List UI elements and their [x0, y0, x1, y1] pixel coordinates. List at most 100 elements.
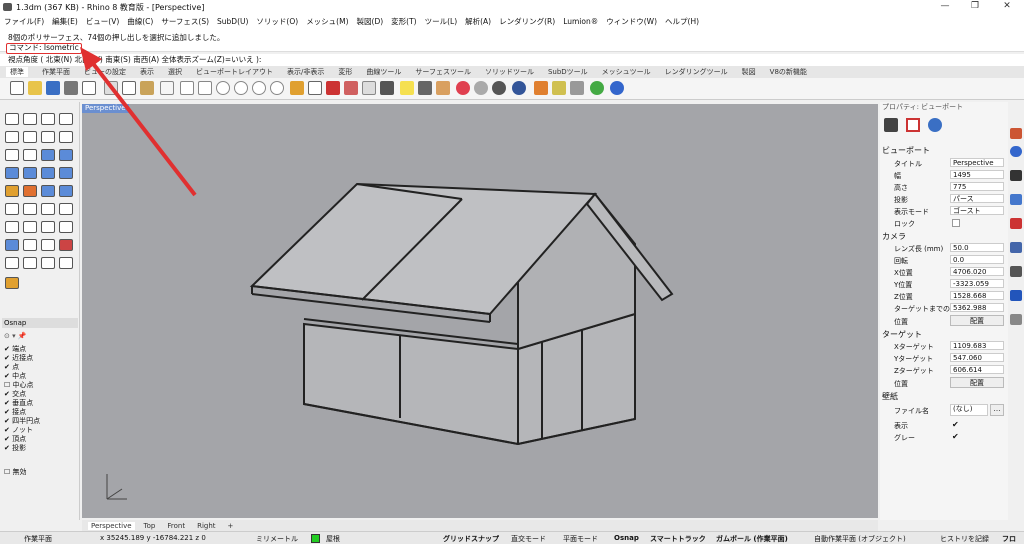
dimension-icon[interactable] [5, 239, 19, 251]
target-z-field[interactable]: 606.614 [950, 365, 1004, 374]
render-sphere-icon[interactable] [492, 81, 506, 95]
globe-icon[interactable] [590, 81, 604, 95]
circle-icon[interactable] [23, 131, 37, 143]
current-layer[interactable]: 屋根 [326, 534, 340, 544]
show-checkbox[interactable]: ✔ [952, 420, 959, 429]
transform-icon[interactable] [5, 257, 19, 269]
gumball-toggle[interactable]: ガムボール (作業平面) [716, 534, 788, 544]
smart-track-toggle[interactable]: スマートトラック [650, 534, 706, 544]
tab-transform[interactable]: 変形 [338, 67, 352, 77]
tab-render-tools[interactable]: レンダリングツール [665, 67, 728, 77]
record-history-toggle[interactable]: ヒストリを記録 [940, 534, 989, 544]
menu-curve[interactable]: 曲線(C) [127, 16, 153, 27]
split-icon[interactable] [23, 203, 37, 215]
osnap-item[interactable]: ✔ 四半円点 [4, 417, 40, 426]
tab-subd-tools[interactable]: SubDツール [548, 67, 588, 77]
save-icon[interactable] [46, 81, 60, 95]
osnap-item[interactable]: ✔ 中点 [4, 372, 26, 381]
menu-help[interactable]: ヘルプ(H) [665, 16, 699, 27]
zoom-window-icon[interactable] [234, 81, 248, 95]
lights-icon[interactable] [1010, 290, 1022, 301]
osnap-item[interactable]: ☐ 中心点 [4, 381, 34, 390]
analyze-icon[interactable] [59, 239, 73, 251]
hide-icon[interactable] [59, 257, 73, 269]
osnap-item[interactable]: ✔ 端点 [4, 345, 26, 354]
sphere-solid-icon[interactable] [23, 167, 37, 179]
point-icon[interactable] [23, 113, 37, 125]
tab-drafting[interactable]: 製図 [742, 67, 756, 77]
sphere-icon[interactable] [474, 81, 488, 95]
menu-view[interactable]: ビュー(V) [86, 16, 119, 27]
viewport-4-icon[interactable] [290, 81, 304, 95]
join-icon[interactable] [41, 203, 55, 215]
blue-sphere-icon[interactable] [512, 81, 526, 95]
ortho-toggle[interactable]: 直交モード [511, 534, 546, 544]
material-icon[interactable] [456, 81, 470, 95]
tools-icon[interactable] [570, 81, 584, 95]
display-icon[interactable] [1010, 170, 1022, 181]
camera-y-field[interactable]: -3323.059 [950, 279, 1004, 288]
file-name-field[interactable]: (なし) [950, 404, 988, 416]
image-icon[interactable] [1010, 194, 1022, 205]
osnap-controls[interactable]: ⊙ ▾ 📌 [4, 332, 27, 341]
gear-icon[interactable] [362, 81, 376, 95]
layout-icon[interactable] [5, 277, 19, 289]
check-icon[interactable] [41, 257, 55, 269]
width-field[interactable]: 1495 [950, 170, 1004, 179]
grid-snap-toggle[interactable]: グリッドスナップ [443, 534, 499, 544]
tab-right[interactable]: Right [194, 522, 218, 530]
menu-render[interactable]: レンダリング(R) [499, 16, 555, 27]
light-bulb-icon[interactable] [400, 81, 414, 95]
layer-icon[interactable] [436, 81, 450, 95]
tab-front[interactable]: Front [164, 522, 188, 530]
zoom-selected-icon[interactable] [270, 81, 284, 95]
osnap-item[interactable]: ✔ 近接点 [4, 354, 33, 363]
array-icon[interactable] [23, 221, 37, 233]
rotation-field[interactable]: 0.0 [950, 255, 1004, 264]
projection-select[interactable]: パース [950, 194, 1004, 203]
layer-color-swatch[interactable] [311, 534, 320, 543]
car-icon[interactable] [326, 81, 340, 95]
target-distance-field[interactable]: 5362.988 [950, 303, 1004, 312]
layers-panel-icon[interactable] [1010, 314, 1022, 325]
lock-icon[interactable] [418, 81, 432, 95]
tab-curve-tools[interactable]: 曲線ツール [366, 67, 401, 77]
environment-icon[interactable] [1010, 242, 1022, 253]
color-wheel-icon[interactable] [1010, 146, 1022, 157]
cylinder-icon[interactable] [41, 167, 55, 179]
osnap-item[interactable]: ✔ 垂直点 [4, 399, 33, 408]
title-field[interactable]: Perspective [950, 158, 1004, 167]
minimize-button[interactable]: — [930, 1, 960, 13]
tab-v8-new[interactable]: V8の新機能 [770, 67, 807, 77]
menu-dimension[interactable]: 製図(D) [357, 16, 384, 27]
gray-checkbox[interactable]: ✔ [952, 432, 959, 441]
tab-surface-tools[interactable]: サーフェスツール [415, 67, 471, 77]
camera-x-field[interactable]: 4706.020 [950, 267, 1004, 276]
osnap-disable[interactable]: ☐ 無効 [4, 468, 27, 477]
osnap-item[interactable]: ✔ 投影 [4, 444, 26, 453]
osnap-item[interactable]: ✔ 頂点 [4, 435, 26, 444]
browse-button[interactable]: … [990, 404, 1004, 416]
menu-transform[interactable]: 変形(T) [391, 16, 416, 27]
select-arrow-icon[interactable] [5, 113, 19, 125]
lens-field[interactable]: 50.0 [950, 243, 1004, 252]
menu-file[interactable]: ファイル(F) [4, 16, 44, 27]
materials-icon[interactable] [1010, 218, 1022, 229]
cplane-icon[interactable] [344, 81, 358, 95]
camera-panel-icon[interactable] [1010, 266, 1022, 277]
display-mode-select[interactable]: ゴースト [950, 206, 1004, 215]
polyline-icon[interactable] [41, 113, 55, 125]
menu-mesh[interactable]: メッシュ(M) [306, 16, 348, 27]
solid-edit-icon[interactable] [41, 185, 55, 197]
target-x-field[interactable]: 1109.683 [950, 341, 1004, 350]
open-file-icon[interactable] [28, 81, 42, 95]
planar-toggle[interactable]: 平面モード [563, 534, 598, 544]
maximize-button[interactable]: ❐ [960, 1, 990, 13]
menu-solid[interactable]: ソリッド(O) [256, 16, 298, 27]
menu-subd[interactable]: SubD(U) [217, 17, 248, 26]
polygon-icon[interactable] [23, 149, 37, 161]
osnap-toggle[interactable]: Osnap [614, 534, 639, 542]
options-icon[interactable] [552, 81, 566, 95]
trim-icon[interactable] [5, 203, 19, 215]
move-icon[interactable] [5, 221, 19, 233]
